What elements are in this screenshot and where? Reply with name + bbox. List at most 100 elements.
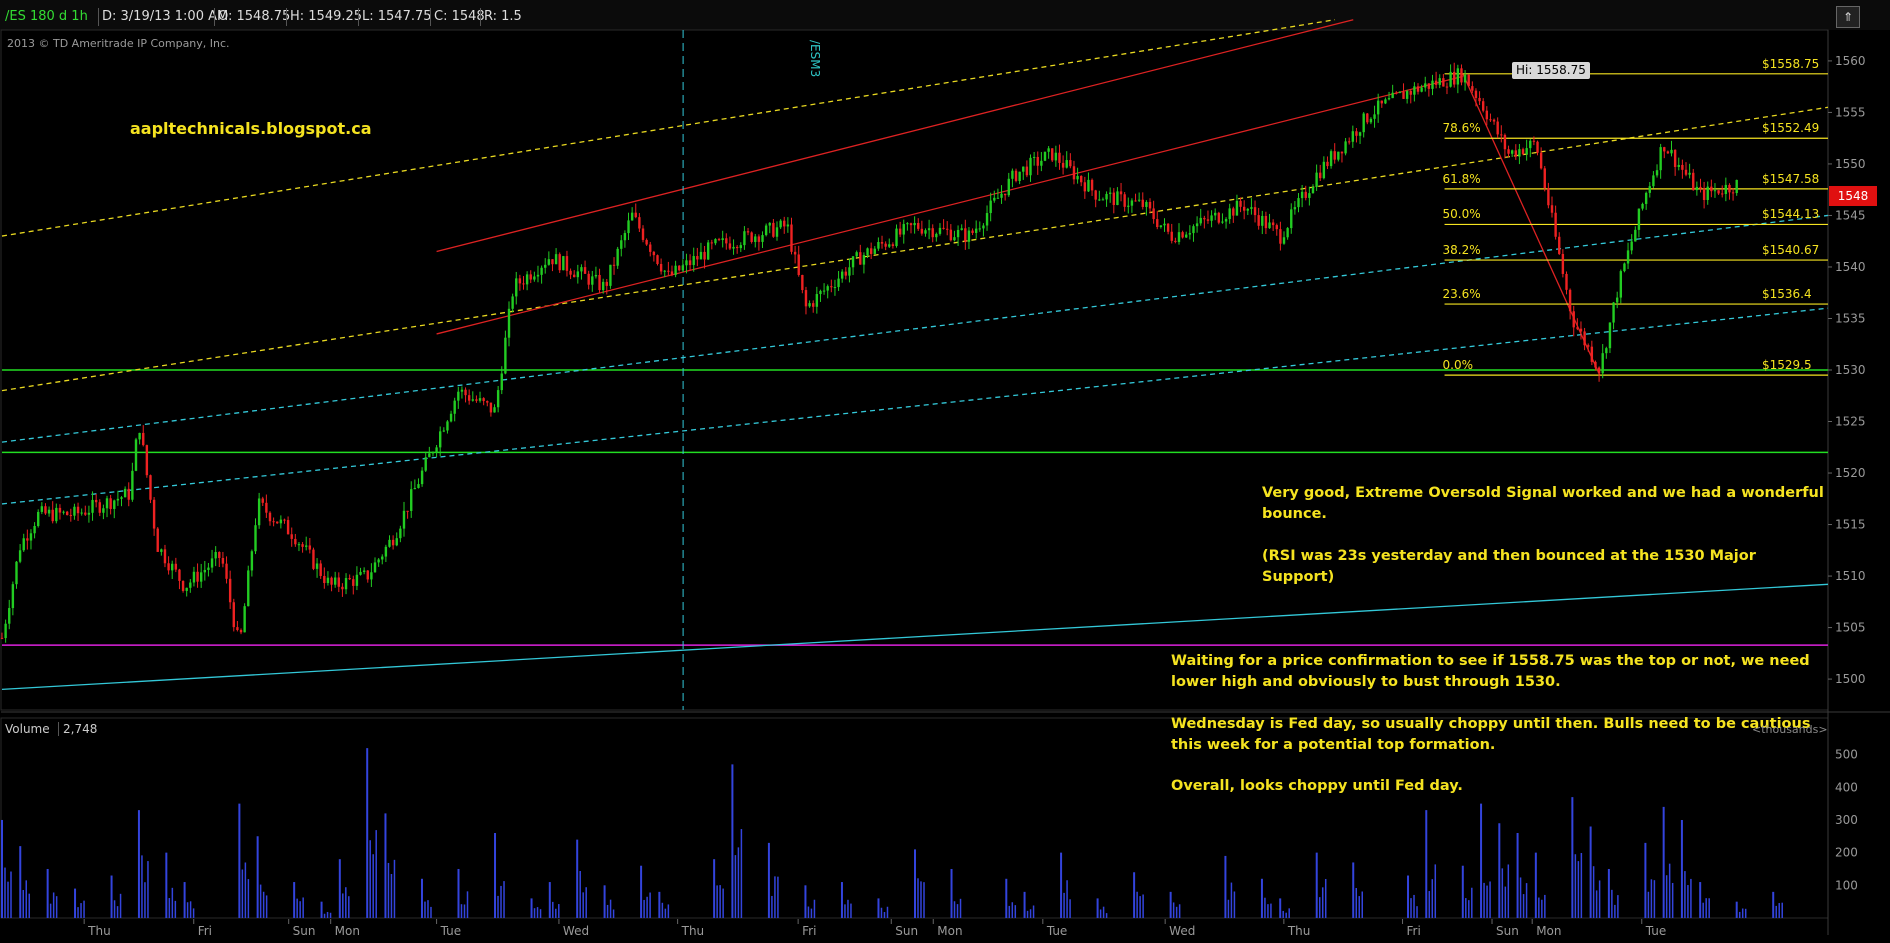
candle-body — [1413, 86, 1416, 95]
candle-body — [688, 260, 692, 266]
volume-value: 2,748 — [58, 722, 97, 736]
candle-body — [793, 251, 797, 255]
candle-body — [1434, 80, 1438, 85]
fib-level-value: $1552.49 — [1762, 121, 1820, 136]
candle-body — [511, 296, 514, 309]
candle-body — [131, 470, 134, 500]
channel-upper-cyan — [1, 214, 1829, 443]
candle-body — [1101, 199, 1105, 201]
candle-body — [1261, 215, 1264, 226]
candle-body — [1025, 166, 1029, 176]
candle-body — [663, 270, 666, 272]
candle-body — [670, 271, 674, 275]
candle-body — [1195, 223, 1199, 227]
candle-body — [1728, 184, 1731, 193]
candle-body — [761, 235, 764, 242]
candle-body — [1688, 172, 1691, 175]
candle-body — [1666, 151, 1670, 154]
candle-body — [1554, 212, 1557, 237]
candle-body — [735, 246, 739, 249]
candle-body — [1250, 207, 1253, 209]
candle-body — [413, 487, 417, 490]
candle-body — [522, 283, 525, 285]
candle-body — [638, 217, 641, 229]
fib-level-pct: 23.6% — [1442, 287, 1481, 302]
candle-body — [174, 563, 178, 570]
candle-body — [330, 577, 333, 585]
x-tick-label: Sun — [293, 924, 316, 938]
candle-body — [207, 567, 210, 570]
fib-level-value: $1540.67 — [1762, 243, 1820, 258]
price-tick-label: 1500 — [1835, 672, 1866, 686]
candle-body — [1467, 74, 1470, 87]
candle-body — [1384, 99, 1387, 104]
candle-body — [1279, 229, 1282, 244]
candle-body — [815, 294, 819, 307]
candle-body — [909, 223, 913, 226]
x-tick-label: Thu — [1287, 924, 1311, 938]
candle-body — [362, 570, 366, 572]
candle-body — [471, 399, 474, 401]
candle-body — [1311, 186, 1315, 194]
candle-body — [496, 390, 500, 408]
candle-body — [250, 551, 254, 571]
candle-body — [1271, 222, 1275, 226]
candle-body — [142, 432, 145, 446]
candle-body — [272, 521, 275, 523]
candle-body — [917, 223, 920, 229]
candle-body — [833, 287, 837, 289]
candle-body — [290, 534, 293, 539]
candle-body — [0, 637, 4, 639]
candle-body — [1322, 161, 1326, 179]
candle-body — [388, 539, 391, 547]
volume-tick-label: 200 — [1835, 846, 1858, 860]
candle-body — [1112, 192, 1116, 206]
fib-level-pct: 78.6% — [1442, 121, 1481, 136]
candle-body — [192, 571, 196, 583]
candle-body — [551, 259, 554, 265]
candle-body — [692, 256, 695, 266]
candle-body — [1380, 100, 1383, 104]
candle-body — [808, 303, 811, 307]
candle-body — [931, 228, 934, 238]
candle-body — [812, 303, 815, 307]
candle-body — [1224, 219, 1228, 222]
x-tick-label: Mon — [1536, 924, 1561, 938]
candle-body — [978, 228, 982, 230]
candle-body — [352, 579, 355, 586]
candle-body — [924, 230, 927, 234]
note-4-line-2: this week for a potential top formation. — [1171, 737, 1496, 753]
candle-body — [1550, 205, 1554, 213]
candle-body — [576, 271, 580, 278]
candle-body — [1022, 166, 1025, 172]
candle-body — [1199, 217, 1202, 224]
fib-level-value: $1544.13 — [1762, 207, 1820, 222]
candle-body — [1032, 156, 1036, 158]
candle-body — [1568, 289, 1572, 312]
candle-body — [1373, 114, 1376, 119]
candle-body — [612, 264, 616, 266]
candle-body — [1326, 161, 1329, 167]
price-chart[interactable]: 1500 1505 1510 1515 1520 1525 1530 1535 1540 1545… — [0, 0, 1890, 943]
volume-units: <thousands> — [1752, 723, 1828, 736]
candle-body — [449, 413, 453, 422]
candle-body — [913, 223, 916, 226]
candle-body — [851, 256, 855, 268]
candle-body — [1177, 232, 1181, 242]
candle-body — [160, 549, 163, 552]
x-tick-label: Fri — [1407, 924, 1421, 938]
candle-body — [1405, 90, 1409, 99]
candle-body — [1192, 226, 1195, 234]
candle-body — [1242, 206, 1246, 211]
candle-body — [1547, 188, 1550, 206]
candle-body — [775, 227, 779, 237]
note-2-line-2: Support) — [1262, 569, 1335, 585]
candle-body — [601, 281, 605, 291]
candle-body — [634, 212, 637, 218]
candle-body — [210, 558, 214, 568]
candle-body — [1717, 190, 1720, 194]
candle-body — [283, 519, 286, 521]
candle-body — [232, 602, 235, 628]
candle-body — [120, 497, 123, 499]
candle-body — [1069, 160, 1072, 167]
